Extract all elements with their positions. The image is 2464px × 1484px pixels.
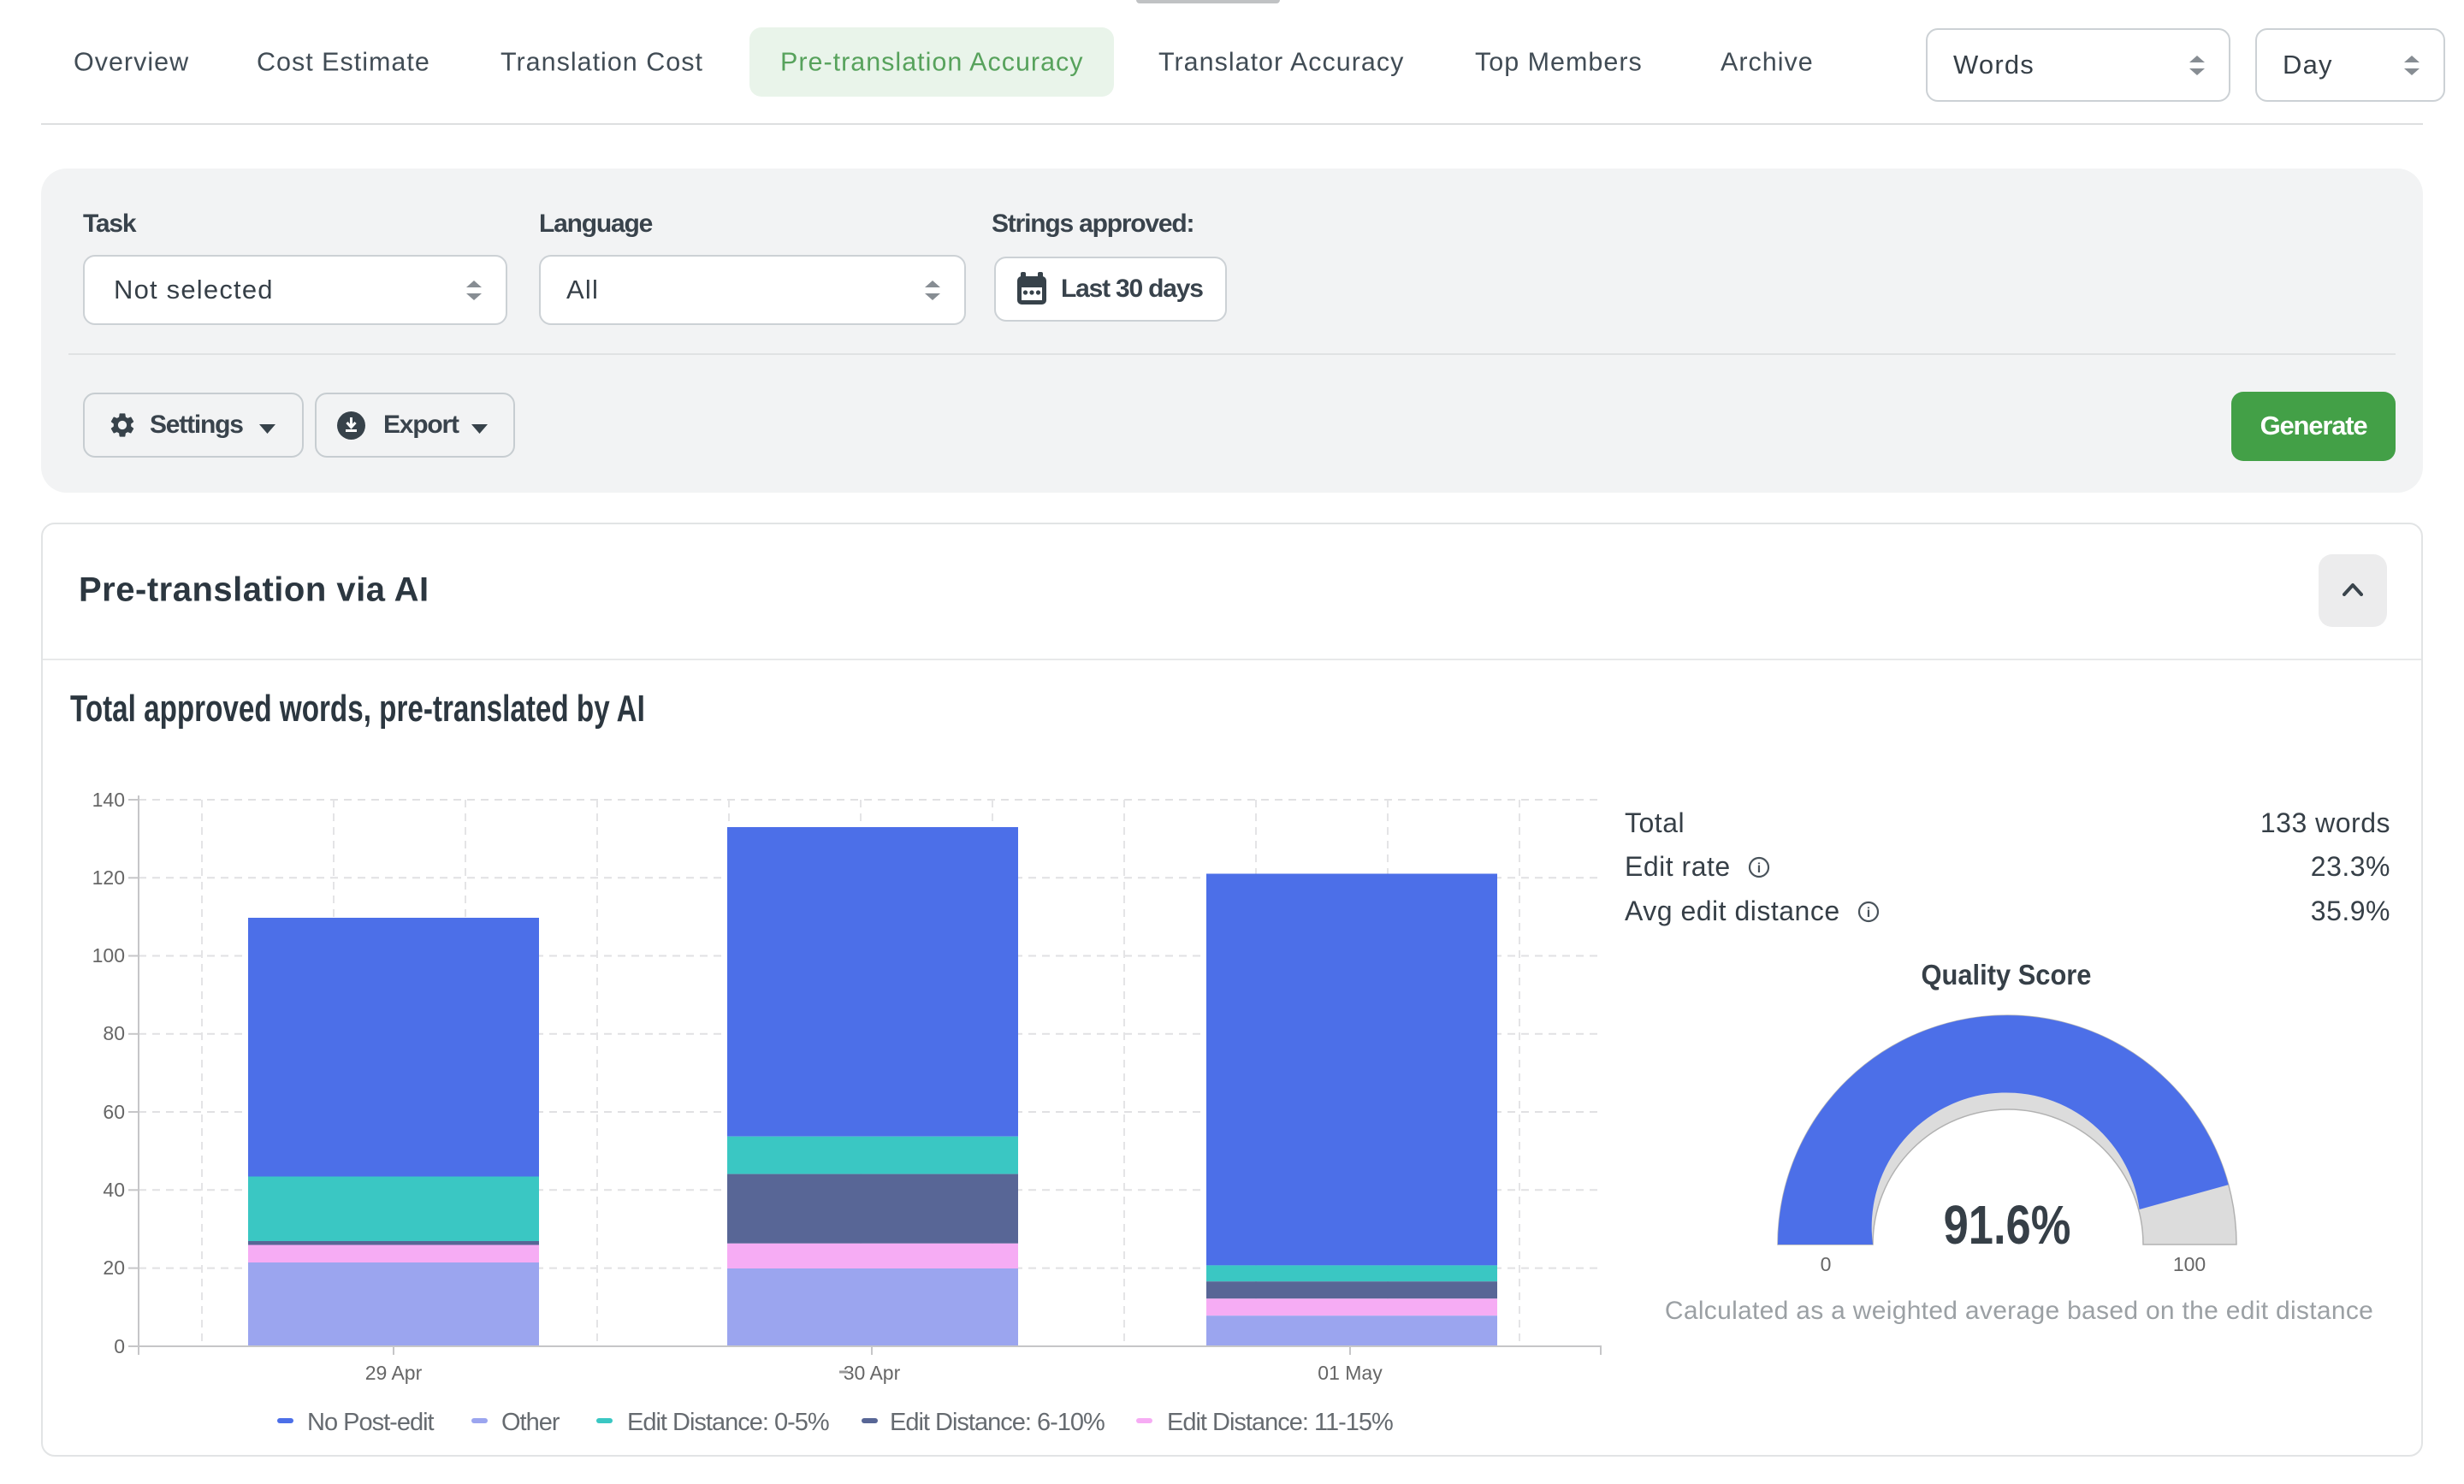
svg-text:120: 120 xyxy=(92,866,125,889)
svg-text:40: 40 xyxy=(103,1179,125,1201)
svg-text:60: 60 xyxy=(103,1101,125,1123)
svg-text:80: 80 xyxy=(103,1022,125,1044)
svg-text:Edit rate: Edit rate xyxy=(1625,851,1731,882)
svg-text:Edit Distance: 11-15%: Edit Distance: 11-15% xyxy=(1167,1409,1393,1436)
svg-text:0: 0 xyxy=(114,1335,125,1357)
svg-text:0: 0 xyxy=(1821,1253,1832,1275)
svg-text:100: 100 xyxy=(2173,1253,2206,1275)
svg-text:No Post-edit: No Post-edit xyxy=(307,1409,435,1436)
svg-text:Avg edit distance: Avg edit distance xyxy=(1625,896,1840,926)
svg-text:140: 140 xyxy=(92,789,125,811)
svg-text:01 May: 01 May xyxy=(1318,1362,1383,1384)
svg-text:Edit Distance: 0-5%: Edit Distance: 0-5% xyxy=(627,1409,829,1436)
svg-text:23.3%: 23.3% xyxy=(2311,851,2390,882)
svg-text:133 words: 133 words xyxy=(2260,807,2390,838)
svg-text:29 Apr: 29 Apr xyxy=(365,1362,423,1384)
svg-text:Other: Other xyxy=(501,1409,560,1436)
svg-text:20: 20 xyxy=(103,1256,125,1279)
svg-text:35.9%: 35.9% xyxy=(2311,896,2390,926)
svg-text:30 Apr: 30 Apr xyxy=(844,1362,901,1384)
svg-text:Edit Distance: 6-10%: Edit Distance: 6-10% xyxy=(890,1409,1105,1436)
svg-text:100: 100 xyxy=(92,944,125,967)
svg-text:i: i xyxy=(1867,906,1870,920)
svg-text:i: i xyxy=(1757,861,1761,876)
svg-text:Total: Total xyxy=(1625,807,1685,838)
